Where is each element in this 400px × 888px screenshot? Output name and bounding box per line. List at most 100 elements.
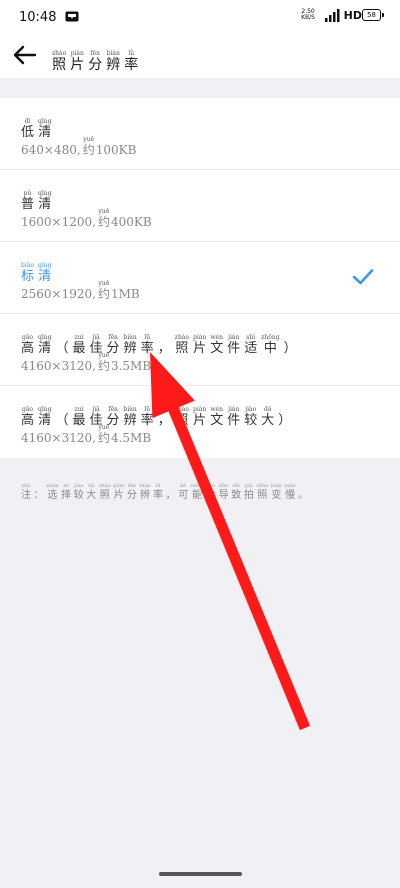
hanzi: 变 <box>271 490 282 501</box>
pinyin: jiào <box>245 406 257 413</box>
pinyin: qīng <box>38 190 52 197</box>
pinyin: dī <box>24 118 31 125</box>
pinyin: piàn <box>113 483 125 489</box>
hanzi: 。 <box>298 490 309 501</box>
ruby-char: ） <box>278 406 291 429</box>
ruby-char: dǎo 导 <box>219 483 229 502</box>
hanzi: ） <box>283 341 297 356</box>
hanzi: 能 <box>192 490 203 501</box>
ruby-char: jiàn 件 <box>227 334 240 357</box>
pinyin: yuē <box>98 424 110 431</box>
pinyin: jiàn <box>228 334 240 341</box>
back-button[interactable] <box>8 38 42 72</box>
hanzi: 约 <box>97 431 110 445</box>
ruby-char: dà 大 <box>261 406 274 429</box>
hanzi: 大 <box>261 413 275 428</box>
signal-icon <box>325 9 340 22</box>
pinyin: dǎo <box>219 483 229 489</box>
pinyin: jiā <box>92 334 100 341</box>
pinyin: yuē <box>98 280 110 287</box>
option-description: 640×480, yuē 约 100KB <box>21 136 136 157</box>
ruby-char: zhōng 中 <box>261 334 279 357</box>
hanzi: 约 <box>97 287 110 301</box>
option-size: 1MB <box>110 287 140 302</box>
ruby-char: fēn 分 <box>127 483 137 502</box>
ruby-char: pāi 拍 <box>244 483 254 502</box>
pinyin: zhào <box>174 334 189 341</box>
pinyin: fēn <box>90 50 101 57</box>
pinyin: biàn <box>139 483 151 489</box>
hanzi: 导 <box>218 490 229 501</box>
ruby-char: piàn 片 <box>113 483 124 502</box>
pinyin: qīng <box>38 406 52 413</box>
net-speed-unit: KB/S <box>301 14 315 21</box>
ruby-char: zhào 照 <box>175 406 189 429</box>
ruby-char: fēn 分 <box>88 50 102 74</box>
hanzi: 慢 <box>284 490 295 501</box>
pinyin: jiào <box>74 483 84 489</box>
ruby-char: ： <box>34 483 44 502</box>
pinyin: biàn <box>123 406 137 413</box>
hanzi: 注 <box>21 490 31 501</box>
pinyin: biàn <box>270 483 282 489</box>
pinyin: lǜ <box>144 406 151 413</box>
status-time: 10:48 <box>19 10 57 25</box>
hanzi: 大 <box>86 490 97 501</box>
pinyin: màn <box>284 483 296 489</box>
pinyin: kě <box>180 483 187 489</box>
hanzi: 照 <box>52 57 67 73</box>
pinyin: piàn <box>193 334 207 341</box>
ruby-char: zhào 照 <box>175 334 189 357</box>
ruby-char: biàn 辨 <box>106 50 120 74</box>
ruby-char: huì 会 <box>206 483 216 502</box>
ruby-char: jiào 较 <box>244 406 257 429</box>
pinyin: wén <box>210 334 223 341</box>
hanzi: 较 <box>244 413 258 428</box>
option-approx: yuē 约 <box>83 136 96 157</box>
pinyin: fēn <box>108 406 118 413</box>
pinyin: néng <box>190 483 204 489</box>
ruby-char: 。 <box>298 483 308 502</box>
ruby-char: yuē 约 <box>98 208 110 229</box>
pinyin: zhào <box>98 483 111 489</box>
hanzi: 文 <box>210 413 224 428</box>
pinyin: pāi <box>244 483 253 489</box>
message-icon <box>65 11 79 22</box>
ruby-char: zhào 照 <box>99 483 111 502</box>
hanzi: 辨 <box>106 57 121 73</box>
pinyin: huì <box>207 483 216 489</box>
resolution-option[interactable]: biāo 标 qīng 清 2560×1920, yuē 约 1MB <box>0 242 400 314</box>
hanzi: 照 <box>175 413 189 428</box>
option-approx: yuē 约 <box>98 208 111 229</box>
hanzi: 分 <box>88 57 103 73</box>
hanzi: ， <box>157 341 171 356</box>
ruby-char: zhù 注 <box>21 483 31 502</box>
hanzi: 片 <box>113 490 124 501</box>
ruby-char: wén 文 <box>210 406 223 429</box>
pinyin: fēn <box>127 483 136 489</box>
resolution-option[interactable]: dī 低 qīng 清 640×480, yuē 约 100KB <box>0 98 400 170</box>
hanzi: 率 <box>153 490 164 501</box>
option-description: 1600×1200, yuē 约 400KB <box>21 208 152 229</box>
ruby-char: néng 能 <box>191 483 204 502</box>
ruby-char: piàn 片 <box>193 334 206 357</box>
pinyin: zhào <box>174 406 189 413</box>
ruby-char: xuǎn 选 <box>46 483 58 502</box>
pinyin: dà <box>88 483 95 489</box>
home-indicator[interactable] <box>159 872 242 876</box>
ruby-char: shì 适 <box>244 334 257 357</box>
pinyin: biàn <box>123 334 137 341</box>
resolution-option[interactable]: gāo 高 qīng 清（zuì 最 jiā 佳 fēn 分 biàn 辨 lǜ 率， zhào 照 piàn… <box>0 386 400 458</box>
arrow-left-icon <box>13 45 37 65</box>
resolution-option[interactable]: pǔ 普 qīng 清 1600×1200, yuē 约 400KB <box>0 170 400 242</box>
ruby-char: ， <box>158 406 171 429</box>
pinyin: zhì <box>232 483 240 489</box>
ruby-char: piàn 片 <box>193 406 206 429</box>
hanzi: 辨 <box>139 490 150 501</box>
pinyin: piàn <box>70 50 84 57</box>
resolution-option[interactable]: gāo 高 qīng 清（zuì 最 jiā 佳 fēn 分 biàn 辨 lǜ 率， zhào 照 piàn… <box>0 314 400 386</box>
option-description: 4160×3120, yuē 约 4.5MB <box>21 424 151 445</box>
hanzi: 件 <box>227 341 241 356</box>
pinyin: yuē <box>98 352 110 359</box>
network-type: HD <box>343 9 362 22</box>
